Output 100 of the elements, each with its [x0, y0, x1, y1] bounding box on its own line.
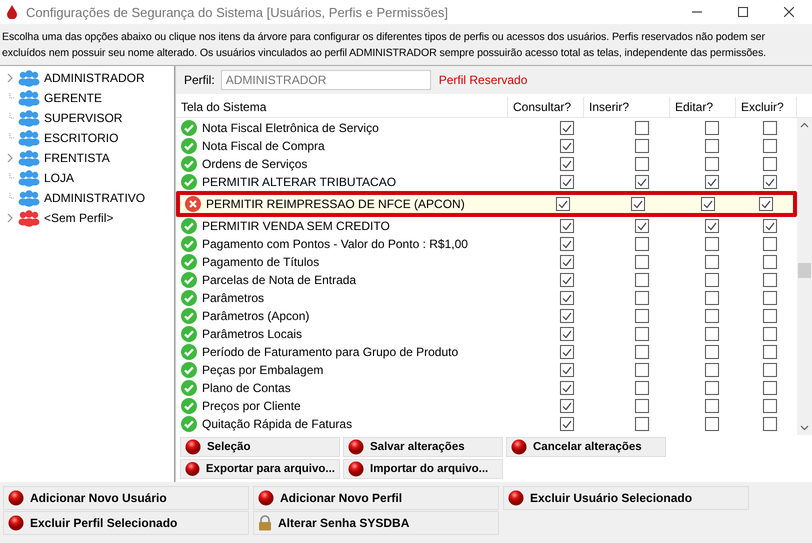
permission-checkbox[interactable]: [705, 255, 719, 269]
action-button[interactable]: Alterar Senha SYSDBA: [253, 511, 499, 535]
permission-checkbox[interactable]: [762, 255, 776, 269]
permission-checkbox[interactable]: [705, 139, 719, 153]
permission-checkbox[interactable]: [762, 345, 776, 359]
action-button[interactable]: Excluir Usuário Selecionado: [503, 486, 749, 510]
highlighted-row[interactable]: PERMITIR REIMPRESSAO DE NFCE (APCON): [176, 191, 797, 217]
permission-checkbox[interactable]: [560, 273, 574, 287]
action-button[interactable]: Excluir Perfil Selecionado: [3, 511, 249, 535]
tree-item[interactable]: <Sem Perfil>: [0, 208, 174, 228]
permission-checkbox[interactable]: [560, 175, 574, 189]
permission-checkbox[interactable]: [762, 219, 776, 233]
permission-checkbox[interactable]: [560, 291, 574, 305]
permission-checkbox[interactable]: [762, 237, 776, 251]
permission-checkbox[interactable]: [560, 219, 574, 233]
tree-item[interactable]: SUPERVISOR: [0, 108, 174, 128]
permission-checkbox[interactable]: [705, 237, 719, 251]
ball-icon: [185, 439, 201, 455]
tree-item[interactable]: FRENTISTA: [0, 148, 174, 168]
tree-item[interactable]: ADMINISTRATIVO: [0, 188, 174, 208]
permission-checkbox[interactable]: [560, 139, 574, 153]
permission-checkbox[interactable]: [560, 363, 574, 377]
permission-checkbox[interactable]: [635, 417, 649, 431]
action-button[interactable]: Adicionar Novo Perfil: [253, 486, 499, 510]
permission-checkbox[interactable]: [705, 219, 719, 233]
permission-checkbox[interactable]: [635, 121, 649, 135]
permission-checkbox[interactable]: [705, 327, 719, 341]
vertical-scrollbar[interactable]: [797, 118, 812, 435]
permission-checkbox[interactable]: [762, 273, 776, 287]
permission-checkbox[interactable]: [762, 327, 776, 341]
permission-checkbox[interactable]: [560, 121, 574, 135]
screen-name: Nota Fiscal Eletrônica de Serviço: [202, 121, 379, 135]
scroll-thumb[interactable]: [798, 263, 811, 278]
permission-checkbox[interactable]: [762, 309, 776, 323]
permission-checkbox[interactable]: [560, 417, 574, 431]
permission-checkbox[interactable]: [705, 309, 719, 323]
permission-checkbox[interactable]: [631, 197, 645, 211]
permission-checkbox[interactable]: [705, 381, 719, 395]
permission-checkbox[interactable]: [635, 345, 649, 359]
permission-checkbox[interactable]: [635, 327, 649, 341]
permission-checkbox[interactable]: [635, 175, 649, 189]
permission-checkbox[interactable]: [705, 291, 719, 305]
permission-checkbox[interactable]: [635, 219, 649, 233]
permission-checkbox[interactable]: [762, 175, 776, 189]
permission-checkbox[interactable]: [762, 139, 776, 153]
permission-checkbox[interactable]: [635, 139, 649, 153]
permission-checkbox[interactable]: [560, 157, 574, 171]
permission-checkbox[interactable]: [560, 345, 574, 359]
action-button[interactable]: Adicionar Novo Usuário: [3, 486, 249, 510]
permission-checkbox[interactable]: [560, 399, 574, 413]
window-title: Configurações de Segurança do Sistema [Usuários, Perfis e Permissões]: [26, 4, 449, 20]
permission-checkbox[interactable]: [762, 399, 776, 413]
tree-item[interactable]: GERENTE: [0, 88, 174, 108]
screen-name: Preços por Cliente: [202, 399, 301, 413]
permission-checkbox[interactable]: [705, 399, 719, 413]
permission-checkbox[interactable]: [635, 255, 649, 269]
permission-checkbox[interactable]: [762, 381, 776, 395]
permission-checkbox[interactable]: [762, 363, 776, 377]
ball-icon: [508, 490, 524, 506]
tree-item[interactable]: ADMINISTRADOR: [0, 68, 174, 88]
profile-field[interactable]: ADMINISTRADOR: [220, 70, 431, 90]
permission-checkbox[interactable]: [560, 237, 574, 251]
permission-checkbox[interactable]: [635, 291, 649, 305]
action-button[interactable]: Seleção: [180, 437, 340, 457]
screen-name: PERMITIR REIMPRESSAO DE NFCE (APCON): [206, 197, 465, 211]
reserved-profile-note: Perfil Reservado: [438, 73, 528, 87]
permission-checkbox[interactable]: [560, 327, 574, 341]
permission-checkbox[interactable]: [635, 363, 649, 377]
permission-checkbox[interactable]: [635, 381, 649, 395]
permission-checkbox[interactable]: [762, 121, 776, 135]
scroll-down-icon[interactable]: [800, 425, 809, 431]
permission-checkbox[interactable]: [762, 291, 776, 305]
permission-checkbox[interactable]: [635, 273, 649, 287]
permission-checkbox[interactable]: [701, 197, 715, 211]
permission-checkbox[interactable]: [705, 363, 719, 377]
permission-checkbox[interactable]: [635, 309, 649, 323]
action-button[interactable]: Cancelar alterações: [506, 437, 666, 457]
screen-name: Nota Fiscal de Compra: [202, 139, 325, 153]
permission-checkbox[interactable]: [705, 417, 719, 431]
permission-checkbox[interactable]: [556, 197, 570, 211]
permission-checkbox[interactable]: [635, 157, 649, 171]
tree-item[interactable]: ESCRITORIO: [0, 128, 174, 148]
permission-checkbox[interactable]: [762, 157, 776, 171]
permission-checkbox[interactable]: [635, 237, 649, 251]
permission-checkbox[interactable]: [758, 197, 772, 211]
permission-checkbox[interactable]: [705, 157, 719, 171]
permission-checkbox[interactable]: [560, 255, 574, 269]
tree-item[interactable]: LOJA: [0, 168, 174, 188]
action-button[interactable]: Importar do arquivo...: [343, 459, 503, 479]
permission-checkbox[interactable]: [560, 309, 574, 323]
permission-checkbox[interactable]: [705, 273, 719, 287]
permission-checkbox[interactable]: [705, 121, 719, 135]
permission-checkbox[interactable]: [635, 399, 649, 413]
permission-checkbox[interactable]: [560, 381, 574, 395]
scroll-up-icon[interactable]: [800, 122, 809, 128]
action-button[interactable]: Exportar para arquivo...: [180, 459, 340, 479]
permission-checkbox[interactable]: [705, 345, 719, 359]
permission-checkbox[interactable]: [705, 175, 719, 189]
action-button[interactable]: Salvar alterações: [343, 437, 503, 457]
permission-checkbox[interactable]: [762, 417, 776, 431]
